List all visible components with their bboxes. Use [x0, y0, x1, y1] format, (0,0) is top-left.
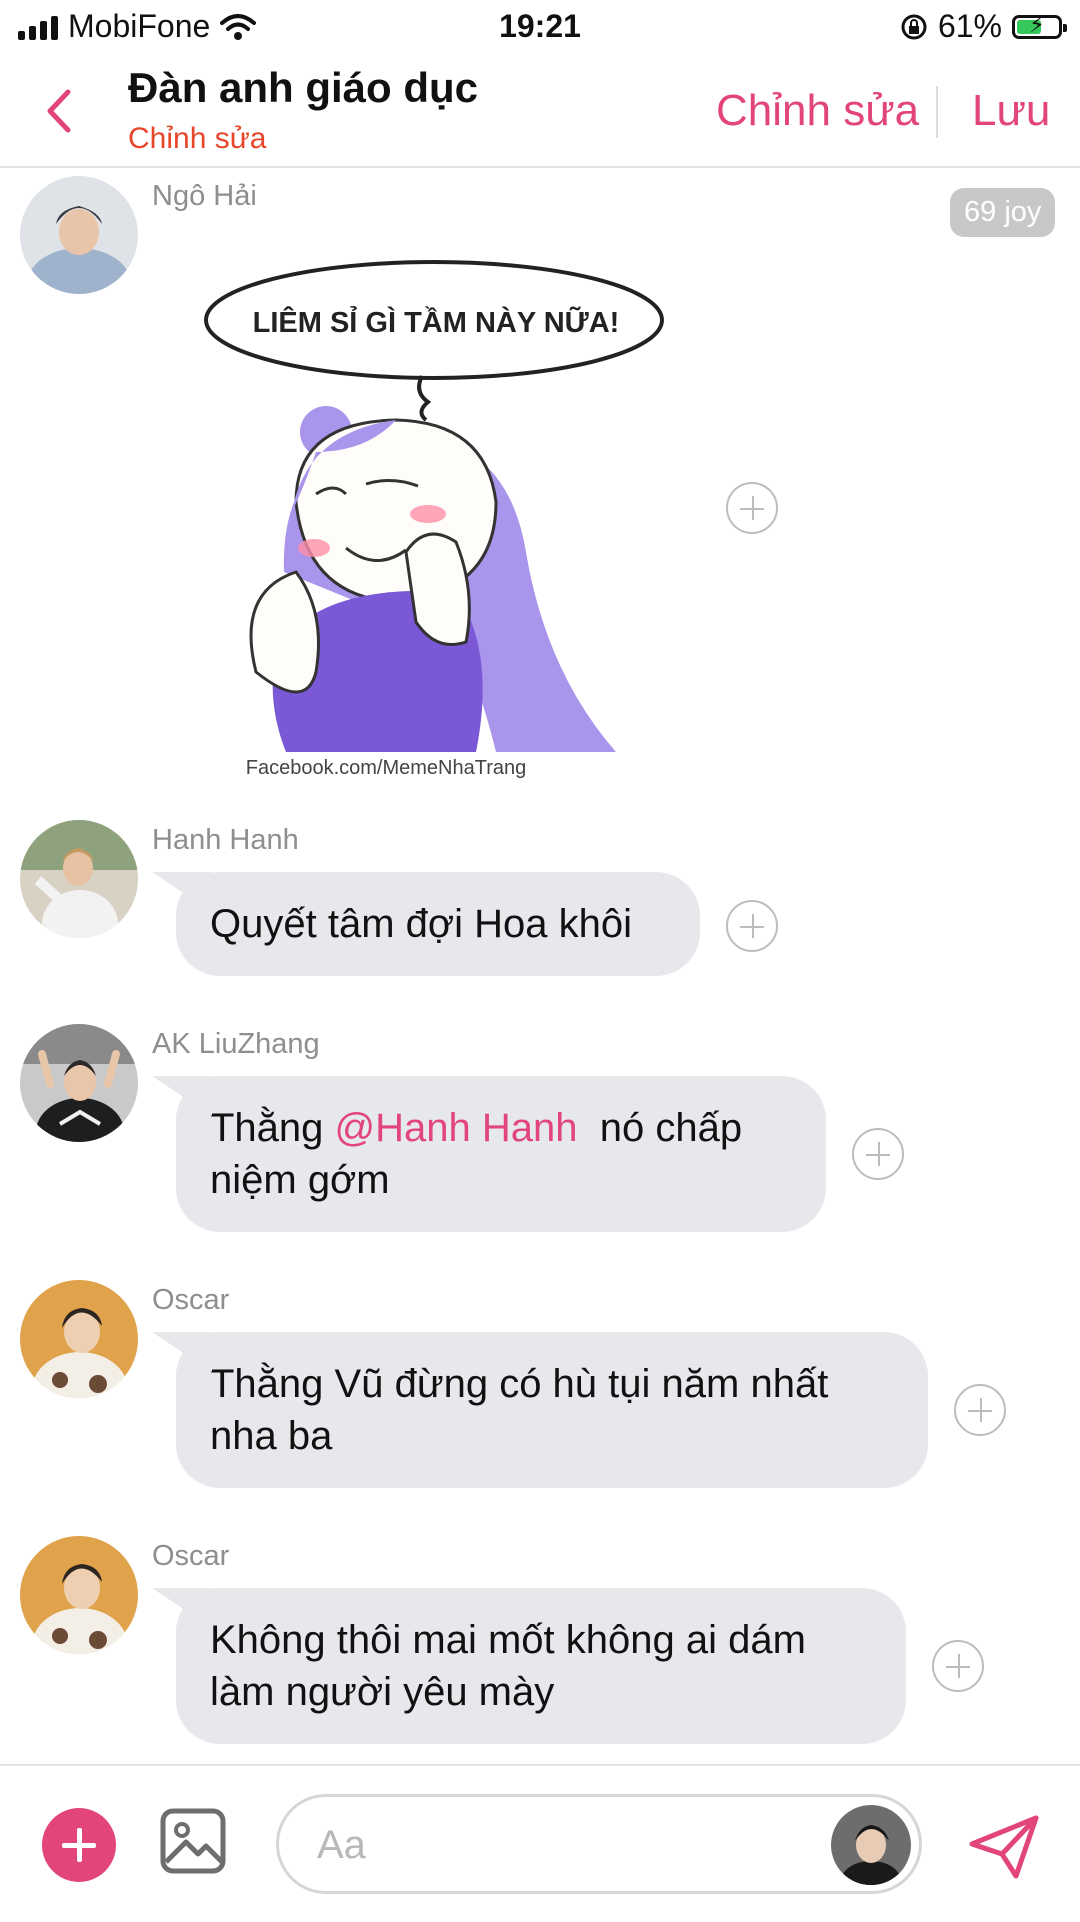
message-bubble[interactable]: Thằng Vũ đừng có hù tụi năm nhất nha ba — [176, 1332, 928, 1488]
send-icon[interactable] — [968, 1814, 1040, 1880]
message-text: Thằng Vũ đừng có hù tụi năm nhất nha ba — [210, 1362, 829, 1458]
image-gallery-icon[interactable] — [160, 1808, 226, 1874]
sender-name: Oscar — [152, 1540, 230, 1572]
sticker-watermark: Facebook.com/MemeNhaTrang — [246, 757, 527, 779]
sticker-caption: LIÊM SỈ GÌ TẦM NÀY NỮA! — [253, 305, 620, 339]
sender-name: Ngô Hải — [152, 180, 257, 212]
message-input[interactable]: Aa — [276, 1794, 922, 1894]
add-attachment-button[interactable] — [42, 1808, 116, 1882]
avatar[interactable] — [831, 1805, 911, 1885]
chat-title: Đàn anh giáo dục — [128, 64, 479, 111]
message-text: Không thôi mai mốt không ai dám làm ngườ… — [210, 1618, 806, 1714]
sender-name: AK LiuZhang — [152, 1028, 320, 1060]
status-bar: MobiFone 19:21 61% ⚡ — [0, 0, 1080, 56]
avatar[interactable] — [20, 1280, 138, 1398]
avatar[interactable] — [20, 820, 138, 938]
message-bubble[interactable]: Thằng @Hanh Hanh nó chấp niệm gớm — [176, 1076, 826, 1232]
chat-header: Đàn anh giáo dục Chỉnh sửa Chỉnh sửa Lưu — [0, 56, 1080, 168]
sender-name: Hanh Hanh — [152, 824, 299, 856]
mention-link[interactable]: @Hanh Hanh — [335, 1106, 578, 1150]
message-input-placeholder: Aa — [317, 1823, 366, 1867]
battery-charging-icon: ⚡ — [1012, 12, 1067, 39]
save-button[interactable]: Lưu — [972, 86, 1050, 136]
joy-badge: 69 joy — [950, 188, 1056, 237]
chat-subtitle[interactable]: Chỉnh sửa — [128, 122, 267, 156]
battery-percent: 61% — [937, 8, 1002, 44]
message-text: Thằng — [210, 1106, 335, 1150]
back-chevron-icon[interactable] — [40, 86, 80, 136]
add-reaction-button[interactable] — [954, 1384, 1006, 1436]
edit-button[interactable]: Chỉnh sửa — [716, 86, 919, 136]
header-divider — [936, 86, 938, 138]
message-text: Quyết tâm đợi Hoa khôi — [210, 902, 632, 946]
add-reaction-button[interactable] — [726, 900, 778, 952]
message-bubble[interactable]: Không thôi mai mốt không ai dám làm ngườ… — [176, 1588, 906, 1744]
avatar[interactable] — [20, 1024, 138, 1142]
sender-name: Oscar — [152, 1284, 230, 1316]
sticker-image[interactable]: LIÊM SỈ GÌ TẦM NÀY NỮA! Facebook.com/Mem… — [196, 252, 696, 782]
orientation-lock-icon — [901, 14, 927, 39]
add-reaction-button[interactable] — [726, 482, 778, 534]
avatar[interactable] — [20, 1536, 138, 1654]
avatar[interactable] — [20, 176, 138, 294]
add-reaction-button[interactable] — [932, 1640, 984, 1692]
message-bubble[interactable]: Quyết tâm đợi Hoa khôi — [176, 872, 700, 976]
add-reaction-button[interactable] — [852, 1128, 904, 1180]
composer-bar: Aa — [0, 1764, 1080, 1922]
